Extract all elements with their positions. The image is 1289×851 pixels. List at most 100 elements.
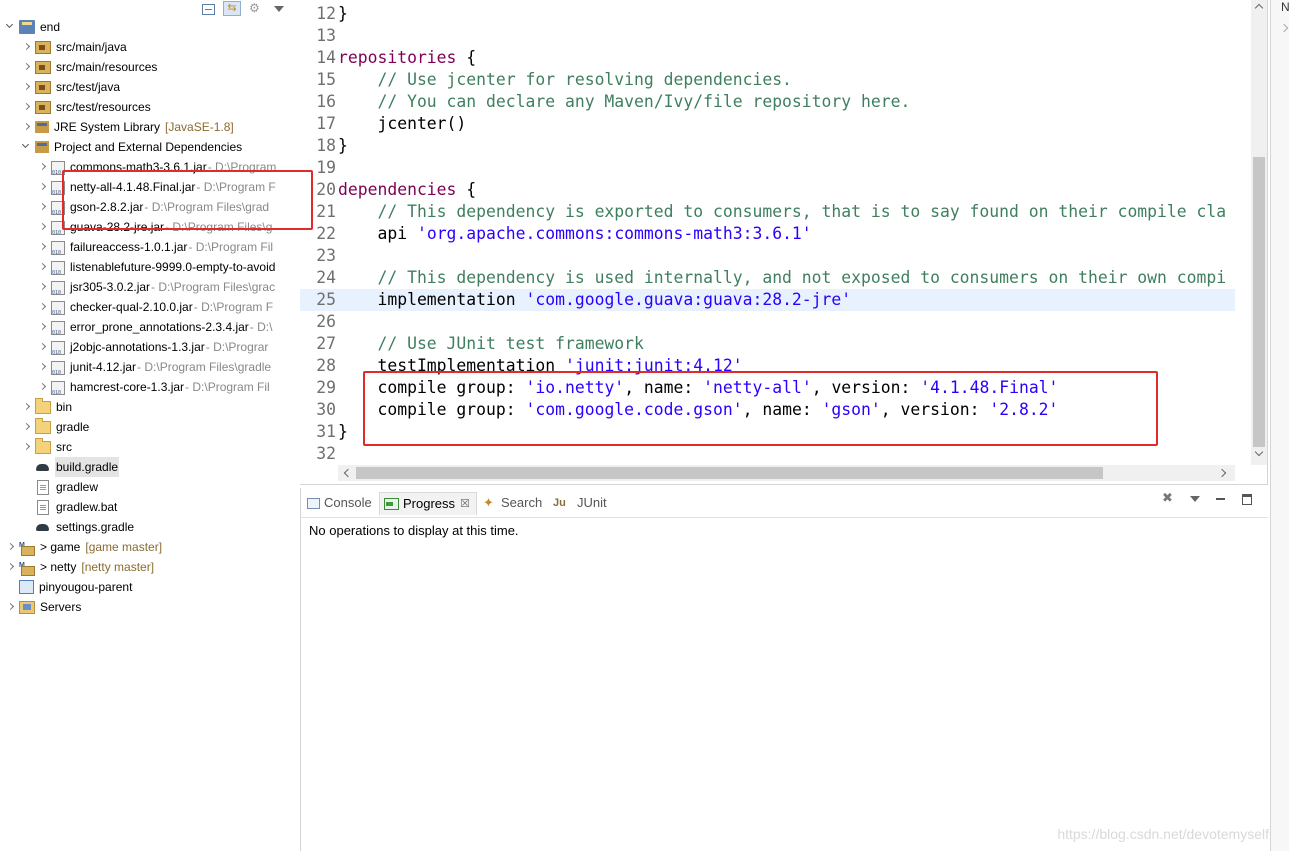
chevron-right-icon[interactable]: [38, 297, 48, 317]
chevron-right-icon[interactable]: [22, 37, 32, 57]
code-line[interactable]: 24 // This dependency is used internally…: [300, 267, 1235, 289]
chevron-right-icon[interactable]: [22, 117, 32, 137]
code-line[interactable]: 32: [300, 443, 1235, 465]
code-line[interactable]: 21 // This dependency is exported to con…: [300, 201, 1235, 223]
tree-item[interactable]: src/main/java: [22, 37, 128, 57]
chevron-right-icon[interactable]: [38, 237, 48, 257]
tree-item[interactable]: listenablefuture-9999.0-empty-to-avoid: [38, 257, 276, 283]
code-line[interactable]: 30 compile group: 'com.google.code.gson'…: [300, 399, 1235, 421]
tree-item[interactable]: guava-28.2-jre.jar - D:\Program Files\g: [38, 217, 272, 243]
tree-item[interactable]: end: [6, 17, 61, 37]
tree-item[interactable]: commons-math3-3.6.1.jar - D:\Program: [38, 157, 276, 183]
tree-item[interactable]: Servers: [6, 597, 82, 617]
tree-item[interactable]: gradle: [22, 417, 90, 437]
tree-item[interactable]: gradlew.bat: [22, 497, 118, 517]
chevron-right-icon[interactable]: [38, 377, 48, 397]
code-line[interactable]: 12}: [300, 3, 1235, 25]
chevron-right-icon[interactable]: [38, 177, 48, 197]
code-line[interactable]: 31}: [300, 421, 1235, 443]
chevron-right-icon[interactable]: [38, 337, 48, 357]
tree-item[interactable]: Project and External Dependencies: [22, 137, 243, 157]
tree-item[interactable]: junit-4.12.jar - D:\Program Files\gradle: [38, 357, 271, 383]
view-menu-icon[interactable]: [1188, 492, 1202, 506]
chevron-right-icon[interactable]: [38, 277, 48, 297]
chevron-right-icon[interactable]: [6, 537, 16, 557]
code-line[interactable]: 20 dependencies {: [300, 179, 1235, 201]
maximize-icon[interactable]: [1240, 492, 1254, 506]
tree-item[interactable]: settings.gradle: [22, 517, 135, 537]
code-line[interactable]: 27 // Use JUnit test framework: [300, 333, 1235, 355]
chevron-right-icon[interactable]: [22, 437, 32, 457]
tab-junit[interactable]: JUnit: [553, 492, 607, 514]
tree-item[interactable]: bin: [22, 397, 73, 417]
chevron-right-icon[interactable]: [22, 417, 32, 437]
horizontal-scrollbar[interactable]: [338, 465, 1235, 481]
tree-item[interactable]: j2objc-annotations-1.3.jar - D:\Prograr: [38, 337, 268, 363]
chevron-right-icon[interactable]: [22, 77, 32, 97]
code-line[interactable]: 29 compile group: 'io.netty', name: 'net…: [300, 377, 1235, 399]
code-line[interactable]: 17 jcenter(): [300, 113, 1235, 135]
chevron-right-icon[interactable]: [6, 557, 16, 577]
scroll-up-icon[interactable]: [1255, 2, 1263, 10]
tree-item[interactable]: src/test/resources: [22, 97, 152, 117]
tree-item[interactable]: checker-qual-2.10.0.jar - D:\Program F: [38, 297, 273, 323]
collapse-all-icon[interactable]: [202, 3, 215, 15]
editor-build-gradle[interactable]: 12} 13 14 repositories {15 // Use jcenter f…: [300, 0, 1268, 485]
tree-item[interactable]: failureaccess-1.0.1.jar - D:\Program Fil: [38, 237, 273, 263]
chevron-right-icon[interactable]: [22, 97, 32, 117]
vertical-scrollbar[interactable]: [1251, 0, 1267, 465]
chevron-right-icon[interactable]: [38, 257, 48, 277]
remove-all-finished-icon[interactable]: [1162, 490, 1176, 506]
scroll-left-icon[interactable]: [342, 469, 350, 477]
code-line[interactable]: 26: [300, 311, 1235, 333]
code-area[interactable]: 12} 13 14 repositories {15 // Use jcenter f…: [300, 3, 1235, 465]
tree-item[interactable]: src/test/java: [22, 77, 121, 97]
chevron-right-icon[interactable]: [22, 57, 32, 77]
chevron-right-icon[interactable]: [38, 317, 48, 337]
code-line[interactable]: 25 implementation 'com.google.guava:guav…: [300, 289, 1235, 311]
tree-item[interactable]: src/main/resources: [22, 57, 158, 77]
scroll-down-icon[interactable]: [1255, 449, 1263, 457]
chevron-right-icon[interactable]: [38, 197, 48, 217]
code-line[interactable]: 19: [300, 157, 1235, 179]
right-strip-label[interactable]: N: [1281, 0, 1289, 14]
tree-item[interactable]: jsr305-3.0.2.jar - D:\Program Files\grac: [38, 277, 275, 303]
tree-item[interactable]: > game [game master]: [6, 536, 162, 557]
tree-item[interactable]: build.gradle: [22, 457, 120, 477]
code-line[interactable]: 14 repositories {: [300, 47, 1235, 69]
tree-item[interactable]: gson-2.8.2.jar - D:\Program Files\grad: [38, 197, 269, 223]
tree-item[interactable]: src: [22, 437, 73, 457]
chevron-right-icon[interactable]: [38, 157, 48, 177]
tree-item[interactable]: > netty [netty master]: [6, 556, 154, 577]
tab-search[interactable]: Search: [483, 492, 542, 514]
chevron-right-icon[interactable]: [38, 217, 48, 237]
close-tab-icon[interactable]: [460, 493, 470, 515]
code-line[interactable]: 28 testImplementation 'junit:junit:4.12': [300, 355, 1235, 377]
vertical-scroll-thumb[interactable]: [1253, 157, 1265, 447]
code-line[interactable]: 23: [300, 245, 1235, 267]
chevron-down-icon[interactable]: [22, 137, 32, 157]
tree-item[interactable]: pinyougou-parent: [6, 577, 133, 597]
code-line[interactable]: 16 // You can declare any Maven/Ivy/file…: [300, 91, 1235, 113]
code-line[interactable]: 13: [300, 25, 1235, 47]
minimize-icon[interactable]: [1214, 492, 1228, 506]
horizontal-scroll-thumb[interactable]: [356, 467, 1103, 479]
chevron-down-icon[interactable]: [6, 17, 16, 37]
tree-item[interactable]: netty-all-4.1.48.Final.jar - D:\Program …: [38, 177, 276, 203]
chevron-right-icon[interactable]: [1279, 23, 1289, 33]
tree-item[interactable]: error_prone_annotations-2.3.4.jar - D:\: [38, 317, 272, 343]
tree-item[interactable]: gradlew: [22, 477, 99, 497]
filter-icon[interactable]: [249, 1, 265, 15]
tree-item[interactable]: hamcrest-core-1.3.jar - D:\Program Fil: [38, 377, 270, 403]
tree-item[interactable]: JRE System Library [JavaSE-1.8]: [22, 117, 234, 137]
chevron-right-icon[interactable]: [22, 397, 32, 417]
chevron-right-icon[interactable]: [38, 357, 48, 377]
view-menu-icon[interactable]: [273, 1, 284, 15]
tab-console[interactable]: Console: [307, 492, 372, 514]
code-line[interactable]: 15 // Use jcenter for resolving dependen…: [300, 69, 1235, 91]
code-line[interactable]: 22 api 'org.apache.commons:commons-math3…: [300, 223, 1235, 245]
scroll-right-icon[interactable]: [1219, 469, 1227, 477]
tab-progress[interactable]: Progress: [379, 492, 477, 515]
chevron-right-icon[interactable]: [6, 597, 16, 617]
code-line[interactable]: 18}: [300, 135, 1235, 157]
